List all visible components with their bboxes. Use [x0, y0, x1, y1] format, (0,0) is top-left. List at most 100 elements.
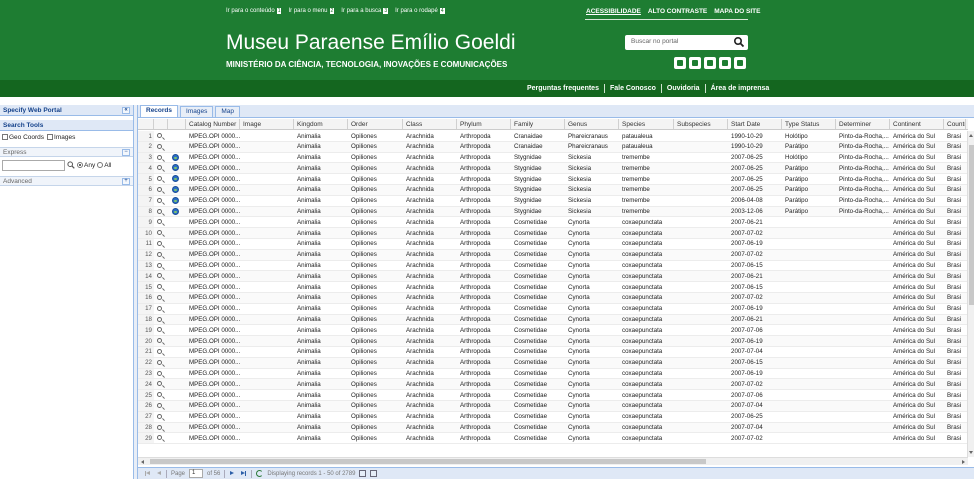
column-header[interactable]: Phylum: [457, 119, 511, 129]
table-row[interactable]: 18 MPEG.OPI 0000... Animalia Opiliones Arach…: [138, 314, 968, 326]
table-row[interactable]: 23 MPEG.OPI 0000... Animalia Opiliones Arach…: [138, 368, 968, 380]
column-header[interactable]: Kingdom: [294, 119, 348, 129]
table-row[interactable]: 26 MPEG.OPI 0000... Animalia Opiliones Arach…: [138, 400, 968, 412]
skip-link[interactable]: Ir para o rodapé 4: [395, 8, 445, 14]
table-row[interactable]: 14 MPEG.OPI 0000... Animalia Opiliones Arach…: [138, 271, 968, 283]
table-row[interactable]: 27 MPEG.OPI 0000... Animalia Opiliones Arach…: [138, 411, 968, 423]
portal-search-input[interactable]: Buscar no portal: [625, 35, 748, 50]
magnifier-icon[interactable]: [157, 251, 162, 257]
nav-contact-link[interactable]: Fale Conosco: [605, 84, 662, 93]
globe-icon[interactable]: [172, 207, 179, 215]
youtube-icon[interactable]: [689, 57, 701, 69]
globe-icon[interactable]: [172, 164, 179, 172]
table-row[interactable]: 7 MPEG.OPI 0000... Animalia Opiliones Arachn…: [138, 195, 968, 207]
tab-map[interactable]: Map: [215, 106, 240, 117]
column-header[interactable]: Continent: [890, 119, 944, 129]
radio-all[interactable]: All: [97, 161, 111, 169]
column-header[interactable]: Catalog Number: [186, 119, 240, 129]
table-row[interactable]: 25 MPEG.OPI 0000... Animalia Opiliones Arach…: [138, 390, 968, 401]
skip-link[interactable]: Ir para o menu 2: [288, 8, 335, 14]
advanced-expand-button[interactable]: +: [122, 178, 130, 185]
table-row[interactable]: 22 MPEG.OPI 0000... Animalia Opiliones Arach…: [138, 357, 968, 369]
search-icon[interactable]: [733, 36, 745, 48]
table-row[interactable]: 20 MPEG.OPI 0000... Animalia Opiliones Arach…: [138, 336, 968, 347]
radio-any[interactable]: Any: [77, 161, 95, 169]
column-header[interactable]: Start Date: [728, 119, 782, 129]
table-row[interactable]: 5 MPEG.OPI 0000... Animalia Opiliones Arachn…: [138, 174, 968, 185]
column-header[interactable]: Genus: [565, 119, 619, 129]
globe-icon[interactable]: [172, 185, 179, 193]
table-row[interactable]: 11 MPEG.OPI 0000... Animalia Opiliones Arach…: [138, 238, 968, 250]
table-row[interactable]: 2 MPEG.OPI 0000... Animalia Opiliones Arachn…: [138, 141, 968, 153]
magnifier-icon[interactable]: [157, 230, 162, 236]
column-header[interactable]: Type Status: [782, 119, 836, 129]
magnifier-icon[interactable]: [157, 435, 162, 441]
magnifier-icon[interactable]: [157, 133, 162, 138]
magnifier-icon[interactable]: [157, 402, 162, 408]
magnifier-icon[interactable]: [157, 186, 162, 192]
nav-ombudsman-link[interactable]: Ouvidoria: [662, 84, 706, 93]
magnifier-icon[interactable]: [157, 392, 162, 398]
magnifier-icon[interactable]: [157, 273, 162, 279]
table-row[interactable]: 17 MPEG.OPI 0000... Animalia Opiliones Arach…: [138, 303, 968, 315]
images-checkbox[interactable]: Images: [47, 133, 75, 141]
express-search-icon[interactable]: [67, 161, 75, 169]
instagram-icon[interactable]: [734, 57, 746, 69]
tab-records[interactable]: Records: [140, 105, 179, 117]
collapse-panel-button[interactable]: «: [122, 107, 130, 114]
twitter-icon[interactable]: [674, 57, 686, 69]
table-row[interactable]: 21 MPEG.OPI 0000... Animalia Opiliones Arach…: [138, 346, 968, 358]
table-row[interactable]: 19 MPEG.OPI 0000... Animalia Opiliones Arach…: [138, 325, 968, 337]
globe-icon[interactable]: [172, 153, 179, 161]
table-row[interactable]: 1 MPEG.OPI 0000... Animalia Opiliones Arachn…: [138, 131, 968, 142]
first-page-button[interactable]: [144, 470, 151, 477]
magnifier-icon[interactable]: [157, 197, 162, 203]
advanced-header[interactable]: Advanced +: [0, 176, 133, 186]
table-row[interactable]: 10 MPEG.OPI 0000... Animalia Opiliones Arach…: [138, 228, 968, 239]
site-title[interactable]: Museu Paraense Emílio Goeldi: [226, 31, 515, 55]
geo-coords-checkbox[interactable]: Geo Coords: [2, 133, 44, 141]
table-row[interactable]: 24 MPEG.OPI 0000... Animalia Opiliones Arach…: [138, 379, 968, 391]
accessibility-link[interactable]: ACESSIBILIDADE: [586, 8, 641, 15]
column-header[interactable]: Species: [619, 119, 674, 129]
globe-icon[interactable]: [172, 196, 179, 204]
table-row[interactable]: 29 MPEG.OPI 0000... Animalia Opiliones Arach…: [138, 433, 968, 445]
table-row[interactable]: 12 MPEG.OPI 0000... Animalia Opiliones Arach…: [138, 249, 968, 261]
express-header[interactable]: Express −: [0, 147, 133, 157]
skip-link[interactable]: Ir para a busca 3: [341, 8, 389, 14]
facebook-icon[interactable]: [704, 57, 716, 69]
table-row[interactable]: 8 MPEG.OPI 0000... Animalia Opiliones Arachn…: [138, 206, 968, 218]
magnifier-icon[interactable]: [157, 176, 162, 182]
express-search-input[interactable]: [2, 159, 65, 171]
express-collapse-button[interactable]: −: [122, 149, 130, 156]
table-row[interactable]: 6 MPEG.OPI 0000... Animalia Opiliones Arachn…: [138, 184, 968, 196]
column-header[interactable]: Country: [944, 119, 966, 129]
table-row[interactable]: 13 MPEG.OPI 0000... Animalia Opiliones Arach…: [138, 260, 968, 272]
magnifier-icon[interactable]: [157, 154, 162, 160]
magnifier-icon[interactable]: [157, 370, 162, 376]
magnifier-icon[interactable]: [157, 381, 162, 387]
magnifier-icon[interactable]: [157, 294, 162, 300]
nav-press-link[interactable]: Área de imprensa: [706, 84, 775, 93]
magnifier-icon[interactable]: [157, 316, 162, 322]
column-header[interactable]: Class: [403, 119, 457, 129]
high-contrast-link[interactable]: ALTO CONTRASTE: [648, 8, 707, 15]
last-page-button[interactable]: [240, 470, 247, 477]
page-number-input[interactable]: 1: [189, 469, 204, 478]
print-icon[interactable]: [370, 470, 378, 477]
magnifier-icon[interactable]: [157, 143, 162, 149]
column-header[interactable]: Family: [511, 119, 565, 129]
nav-faq-link[interactable]: Perguntas frequentes: [522, 84, 605, 93]
table-row[interactable]: 15 MPEG.OPI 0000... Animalia Opiliones Arach…: [138, 282, 968, 293]
globe-icon[interactable]: [172, 175, 179, 183]
magnifier-icon[interactable]: [157, 305, 162, 311]
site-map-link[interactable]: MAPA DO SITE: [714, 8, 760, 15]
column-header[interactable]: Image: [240, 119, 294, 129]
table-row[interactable]: 28 MPEG.OPI 0000... Animalia Opiliones Arach…: [138, 422, 968, 434]
column-header[interactable]: Order: [348, 119, 403, 129]
export-icon[interactable]: [359, 470, 367, 477]
column-header[interactable]: Determiner: [836, 119, 890, 129]
table-row[interactable]: 16 MPEG.OPI 0000... Animalia Opiliones Arach…: [138, 292, 968, 304]
magnifier-icon[interactable]: [157, 348, 162, 354]
column-header[interactable]: Subspecies: [674, 119, 728, 129]
